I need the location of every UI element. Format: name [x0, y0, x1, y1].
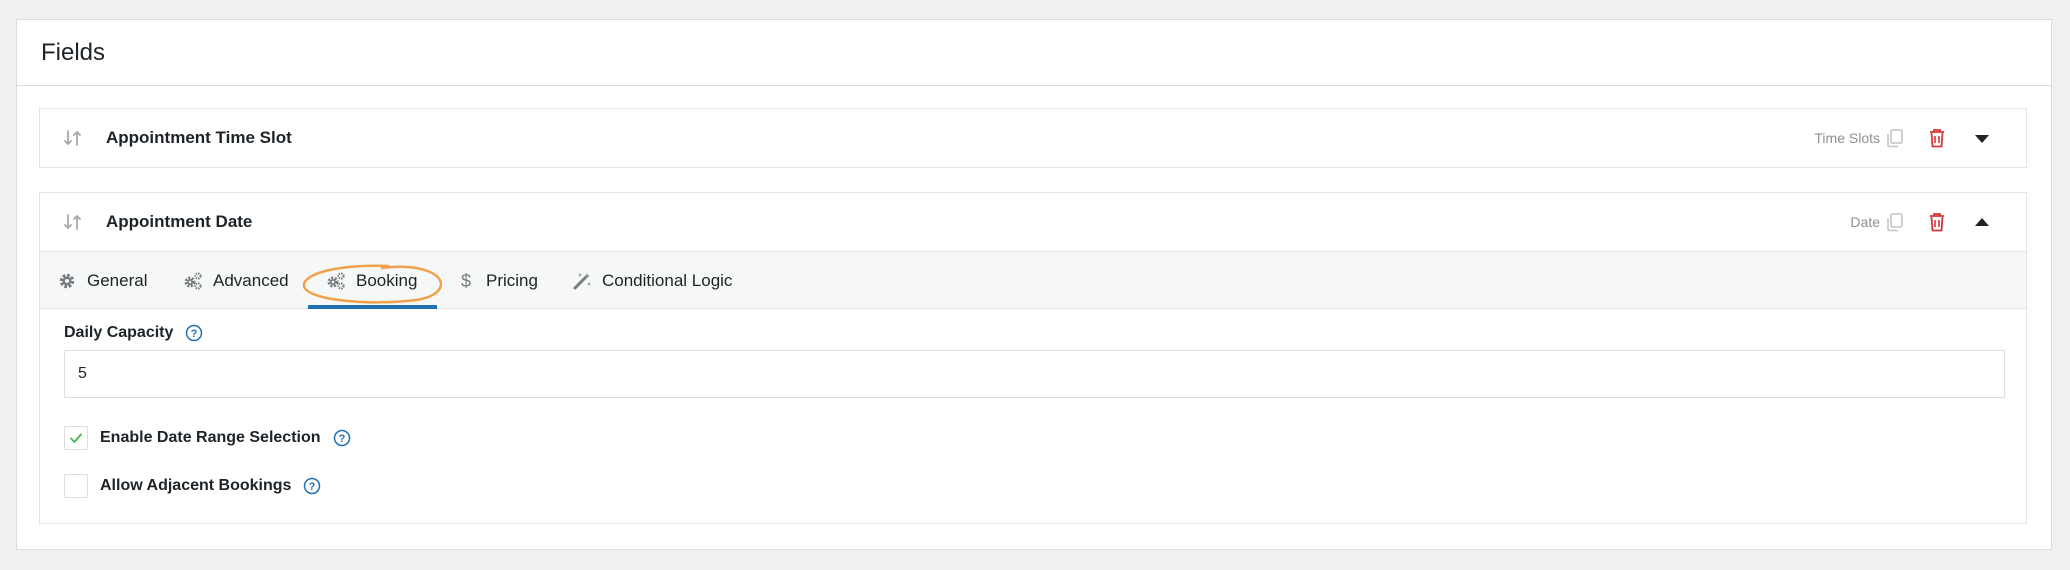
dollar-icon: $ [461, 271, 471, 291]
tab-advanced[interactable]: Advanced [183, 252, 289, 309]
allow-adjacent-checkbox[interactable] [64, 474, 88, 498]
help-icon[interactable]: ? [185, 324, 203, 342]
chevron-up-icon[interactable] [1974, 215, 1990, 229]
gears-icon [184, 271, 202, 290]
svg-text:$: $ [461, 271, 471, 291]
gear-icon [59, 273, 75, 288]
tab-label: Booking [356, 270, 418, 290]
magic-wand-icon [573, 272, 591, 289]
copy-icon[interactable] [1884, 211, 1906, 233]
checkbox-label: Allow Adjacent Bookings [100, 477, 292, 494]
allow-adjacent-row: Allow Adjacent Bookings ? [64, 474, 321, 498]
panel-title: Fields [41, 38, 106, 66]
svg-text:?: ? [309, 481, 316, 493]
daily-capacity-input[interactable] [64, 350, 2005, 398]
tab-pricing[interactable]: $ Pricing [456, 252, 538, 309]
tab-general[interactable]: General [57, 252, 147, 309]
svg-text:?: ? [191, 328, 198, 340]
field-type: Time Slots [1814, 130, 1880, 146]
field-row-appointment-date[interactable]: Appointment Date Date General Advanced B… [39, 192, 2027, 524]
panel-header: Fields [17, 20, 2051, 86]
field-header[interactable]: Appointment Time Slot Time Slots [40, 109, 2026, 167]
tab-label: Conditional Logic [602, 270, 733, 290]
gears-icon [327, 271, 345, 290]
daily-capacity-label: Daily Capacity ? [64, 324, 203, 342]
trash-icon[interactable] [1926, 127, 1948, 149]
field-name: Appointment Time Slot [106, 128, 292, 147]
field-row-appointment-time-slot[interactable]: Appointment Time Slot Time Slots [39, 108, 2027, 168]
tab-label: Advanced [213, 270, 289, 290]
enable-date-range-checkbox[interactable] [64, 426, 88, 450]
sort-arrows-icon[interactable] [63, 212, 83, 232]
field-header[interactable]: Appointment Date Date [40, 193, 2026, 251]
enable-date-range-row: Enable Date Range Selection ? [64, 426, 351, 450]
svg-text:?: ? [338, 433, 345, 445]
copy-icon[interactable] [1884, 127, 1906, 149]
active-tab-indicator [308, 305, 437, 309]
chevron-down-icon[interactable] [1974, 131, 1990, 145]
sort-arrows-icon[interactable] [63, 128, 83, 148]
help-icon[interactable]: ? [333, 429, 351, 447]
tab-label: General [87, 270, 148, 290]
field-name: Appointment Date [106, 212, 253, 231]
tab-booking[interactable]: Booking [326, 252, 417, 309]
help-icon[interactable]: ? [303, 477, 321, 495]
trash-icon[interactable] [1926, 211, 1948, 233]
checkbox-label: Enable Date Range Selection [100, 429, 321, 446]
field-settings-tabs: General Advanced Booking $ Pricing Condi… [40, 251, 2026, 309]
field-type: Date [1850, 214, 1880, 230]
tab-conditional-logic[interactable]: Conditional Logic [572, 252, 732, 309]
tab-label: Pricing [486, 270, 538, 290]
checkmark-icon [70, 433, 82, 443]
label-text: Daily Capacity [64, 324, 174, 341]
